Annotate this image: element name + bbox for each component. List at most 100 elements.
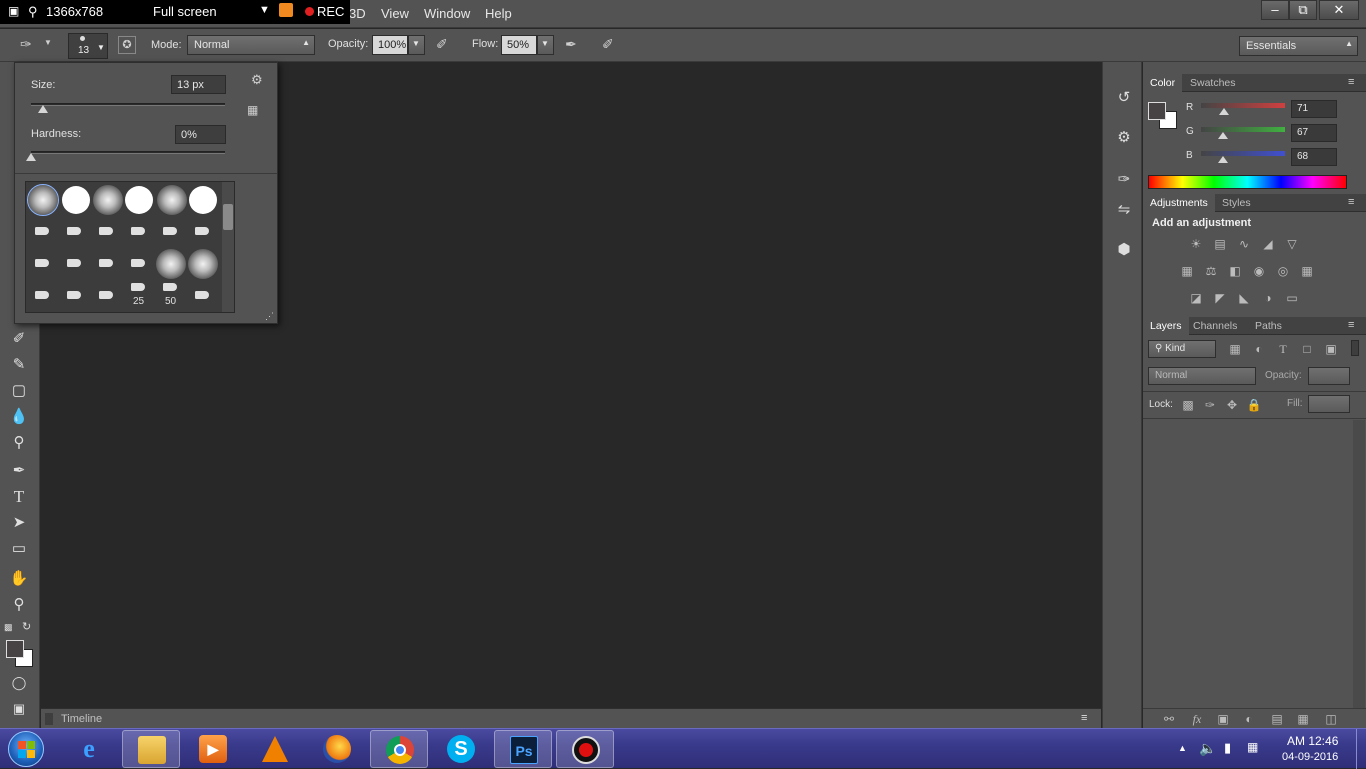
hardness-slider[interactable] <box>31 151 225 154</box>
gear-icon[interactable]: ⚙ <box>251 72 263 88</box>
gradient-map-icon[interactable]: ▭ <box>1284 291 1300 305</box>
new-preset-icon[interactable]: ▦ <box>247 103 258 117</box>
brush-preset[interactable] <box>156 249 186 279</box>
flow-dropdown[interactable]: ▼ <box>537 35 554 55</box>
kind-filter-select[interactable]: ⚲ Kind <box>1148 340 1216 358</box>
close-button[interactable]: ✕ <box>1319 0 1359 20</box>
link-layers-icon[interactable]: ⚯ <box>1161 712 1177 726</box>
opacity-input[interactable]: 100% <box>372 35 408 55</box>
lock-pixels-icon[interactable]: ✑ <box>1202 398 1218 412</box>
brush-preset[interactable] <box>99 259 113 267</box>
lock-position-icon[interactable]: ✥ <box>1224 398 1240 412</box>
start-button[interactable] <box>8 731 44 767</box>
recorder-mode[interactable]: Full screen <box>153 4 217 19</box>
pressure-size-icon[interactable]: ✐ <box>602 36 614 53</box>
size-input[interactable]: 13 px <box>171 75 226 94</box>
posterize-icon[interactable]: ◤ <box>1212 291 1228 305</box>
color-lookup-icon[interactable]: ▦ <box>1299 264 1315 278</box>
color-spectrum[interactable] <box>1148 175 1347 189</box>
scrollbar-thumb[interactable] <box>223 204 233 230</box>
camera-icon[interactable] <box>279 3 293 17</box>
properties-icon[interactable]: ⚙ <box>1113 128 1135 150</box>
photo-filter-icon[interactable]: ◉ <box>1251 264 1267 278</box>
flow-input[interactable]: 50% <box>501 35 537 55</box>
clock-time[interactable]: AM 12:46 <box>1287 734 1338 748</box>
tab-channels[interactable]: Channels <box>1186 317 1244 335</box>
vibrance-icon[interactable]: ▽ <box>1284 237 1300 251</box>
volume-icon[interactable]: 🔈 <box>1199 740 1216 757</box>
taskbar-vlc[interactable] <box>246 730 304 768</box>
new-group-icon[interactable]: ▤ <box>1269 712 1285 726</box>
history-brush-icon[interactable]: ✐ <box>8 328 30 350</box>
minimize-button[interactable]: – <box>1261 0 1289 20</box>
brush-panel-toggle-icon[interactable]: ✪ <box>118 36 136 54</box>
black-white-icon[interactable]: ◧ <box>1227 264 1243 278</box>
brush-preset[interactable] <box>125 186 153 214</box>
hardness-slider-thumb[interactable] <box>26 153 36 161</box>
tool-preset-arrow-icon[interactable]: ▼ <box>44 38 52 47</box>
selective-color-icon[interactable]: ◑ <box>1260 291 1276 305</box>
recorder-resolution[interactable]: 1366x768 <box>46 4 103 19</box>
taskbar-firefox[interactable] <box>308 730 366 768</box>
panel-menu-icon[interactable]: ≡ <box>1348 76 1354 88</box>
brush-preset[interactable] <box>67 291 81 299</box>
blur-icon[interactable]: 💧 <box>8 406 30 428</box>
brush-tool-icon[interactable]: ✑ <box>20 36 32 53</box>
resize-grip-icon[interactable]: ⋰ <box>265 311 274 322</box>
channel-value-input[interactable]: 68 <box>1291 148 1337 166</box>
taskbar-photoshop[interactable]: Ps <box>494 730 552 768</box>
exposure-icon[interactable]: ◢ <box>1260 237 1276 251</box>
brush-preset[interactable] <box>131 259 145 267</box>
brush-preset[interactable] <box>93 185 123 215</box>
channel-slider-thumb[interactable] <box>1219 108 1230 115</box>
hue-saturation-icon[interactable]: ▦ <box>1179 264 1195 278</box>
panel-menu-icon[interactable]: ≡ <box>1348 319 1354 331</box>
tab-layers[interactable]: Layers <box>1143 317 1189 335</box>
lock-transparent-icon[interactable]: ▩ <box>1180 398 1196 412</box>
channel-slider[interactable] <box>1201 127 1285 132</box>
filter-toggle[interactable] <box>1351 340 1359 356</box>
taskbar-internet-explorer[interactable]: e <box>60 730 118 768</box>
quick-mask-icon[interactable]: ◯ <box>8 672 30 694</box>
brush-preset[interactable] <box>35 227 49 235</box>
threshold-icon[interactable]: ◣ <box>1236 291 1252 305</box>
brush-preset[interactable] <box>131 283 145 291</box>
workspace-select[interactable]: Essentials ▲ <box>1239 36 1358 56</box>
show-hidden-icons[interactable]: ▲ <box>1178 743 1187 753</box>
path-select-icon[interactable]: ➤ <box>8 512 30 534</box>
timeline-tab[interactable]: Timeline <box>61 713 102 725</box>
brightness-icon[interactable]: ☀ <box>1188 237 1204 251</box>
brush-preset[interactable] <box>195 291 209 299</box>
brush-preset[interactable] <box>62 186 90 214</box>
menu-help[interactable]: Help <box>485 6 512 21</box>
menu-3d[interactable]: 3D <box>349 6 366 21</box>
brush-preset[interactable] <box>67 227 81 235</box>
dodge-icon[interactable]: ⚲ <box>8 432 30 454</box>
airbrush-icon[interactable]: ✒ <box>565 36 577 53</box>
channel-slider-thumb[interactable] <box>1218 156 1229 163</box>
new-layer-icon[interactable]: ▦ <box>1295 712 1311 726</box>
clock-date[interactable]: 04-09-2016 <box>1282 751 1338 763</box>
panel-menu-icon[interactable]: ≡ <box>1348 196 1354 208</box>
fill-input[interactable] <box>1308 395 1350 413</box>
blend-mode-select[interactable]: Normal <box>1148 367 1256 385</box>
layers-scrollbar[interactable] <box>1353 420 1365 708</box>
taskbar-media-player[interactable]: ▶ <box>184 730 242 768</box>
layer-style-icon[interactable]: fx <box>1189 712 1205 726</box>
brush-preset[interactable] <box>131 227 145 235</box>
brush-preset[interactable] <box>195 227 209 235</box>
tab-paths[interactable]: Paths <box>1248 317 1289 335</box>
preset-scrollbar[interactable] <box>222 182 234 312</box>
gradient-icon[interactable]: ▢ <box>8 380 30 402</box>
foreground-color-swatch[interactable] <box>1148 102 1166 120</box>
menu-window[interactable]: Window <box>424 6 470 21</box>
brush-preset[interactable] <box>67 259 81 267</box>
hardness-input[interactable]: 0% <box>175 125 226 144</box>
brush-preset[interactable] <box>27 184 59 216</box>
clone-source-icon[interactable]: ⇋ <box>1113 200 1135 222</box>
curves-icon[interactable]: ∿ <box>1236 237 1252 251</box>
rec-label[interactable]: REC <box>317 4 344 19</box>
brush-preset[interactable] <box>189 186 217 214</box>
lock-all-icon[interactable]: 🔒 <box>1246 398 1262 412</box>
zoom-icon[interactable]: ⚲ <box>8 594 30 616</box>
